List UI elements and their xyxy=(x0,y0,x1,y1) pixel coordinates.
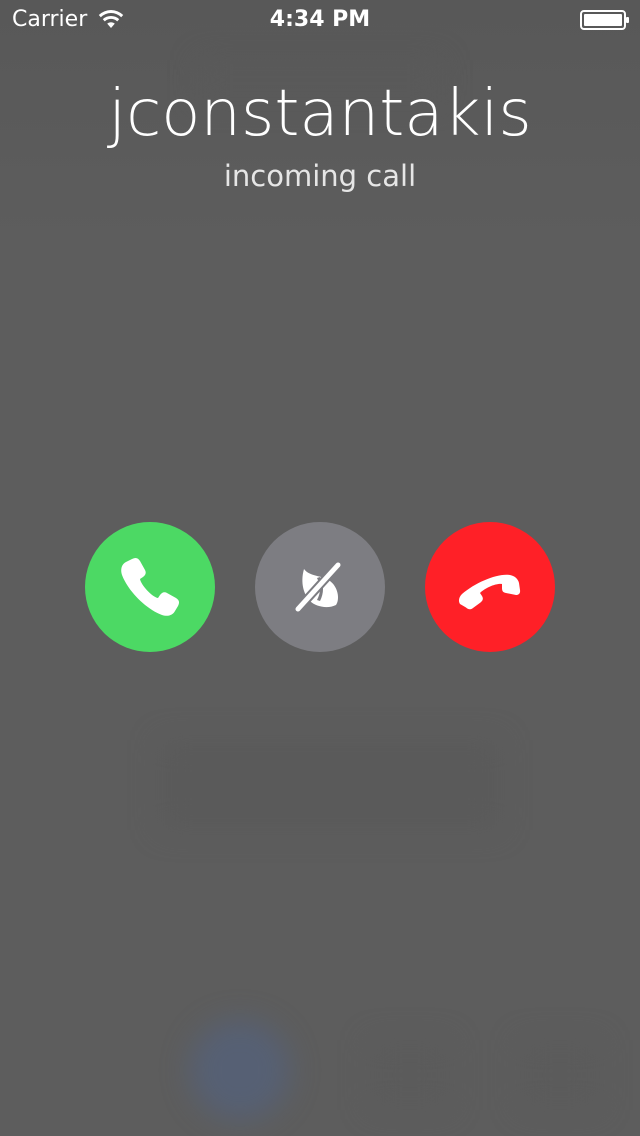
phone-decline-icon xyxy=(458,574,521,610)
background-ghost-tab xyxy=(520,1040,600,1110)
phone-accept-icon xyxy=(121,557,180,616)
status-time: 4:34 PM xyxy=(269,7,371,32)
battery-full-icon xyxy=(580,10,629,30)
silence-ringer-icon xyxy=(293,560,343,614)
background-ghost-tab xyxy=(370,1040,450,1110)
status-bar: Carrier 4:34 PM xyxy=(0,0,640,40)
silence-ringer-button[interactable] xyxy=(255,522,385,652)
decline-call-button[interactable] xyxy=(425,522,555,652)
background-ghost-tab xyxy=(190,1020,290,1120)
call-status-label: incoming call xyxy=(223,159,417,193)
background-ghost-content xyxy=(160,740,500,830)
accept-call-button[interactable] xyxy=(85,522,215,652)
caller-name: jconstantakis xyxy=(108,77,532,151)
